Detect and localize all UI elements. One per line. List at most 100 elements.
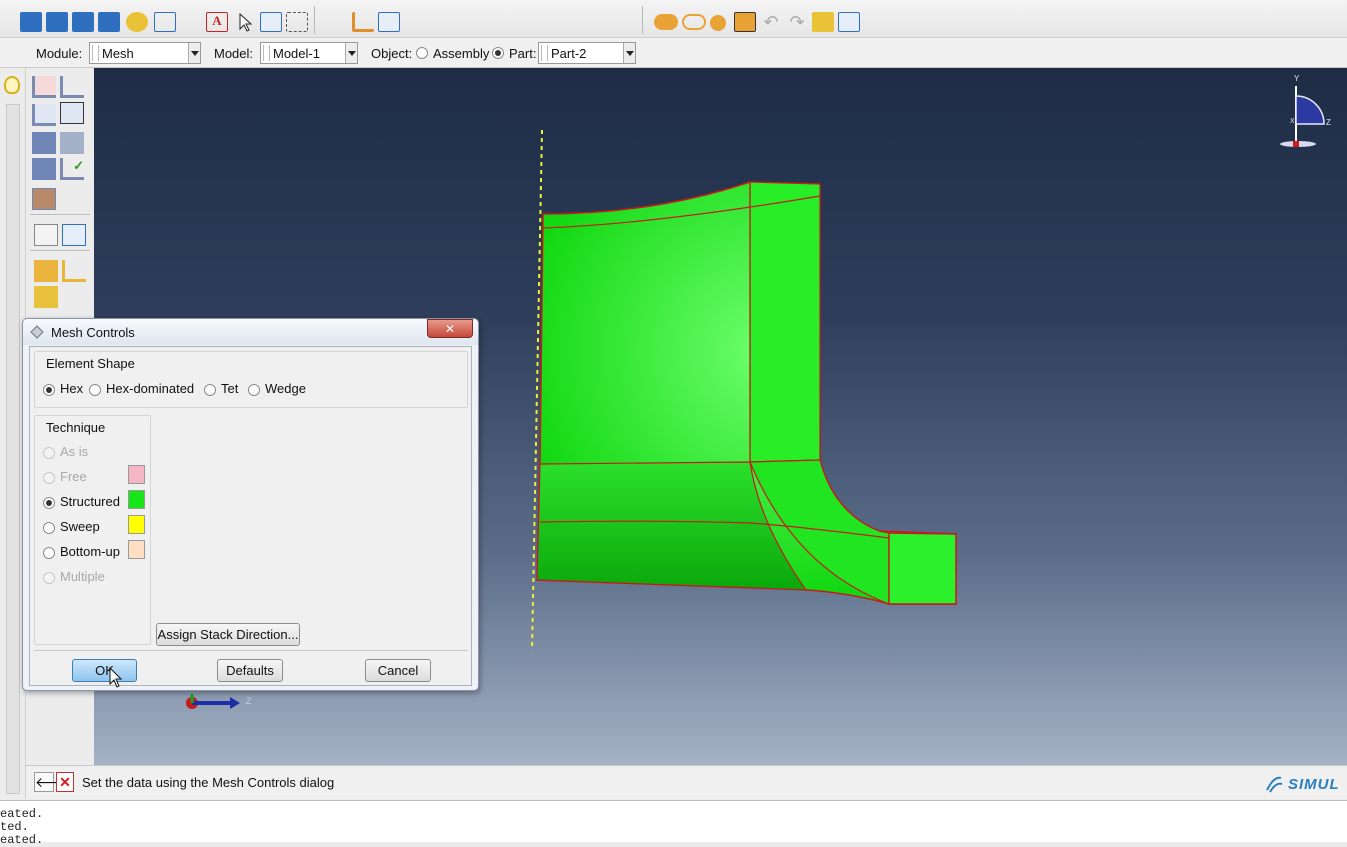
redo-icon[interactable]: ↷ xyxy=(786,12,808,32)
free-color-swatch xyxy=(128,465,145,484)
list-icon[interactable] xyxy=(286,12,308,32)
bottom-up-label[interactable]: Bottom-up xyxy=(60,544,120,559)
table-view-icon[interactable] xyxy=(838,12,860,32)
defaults-button[interactable]: Defaults xyxy=(217,659,283,682)
mesh-controls-icon[interactable] xyxy=(60,102,84,124)
seed-part-icon[interactable] xyxy=(32,76,56,98)
csys-icon[interactable] xyxy=(352,12,374,32)
table-icon[interactable] xyxy=(378,12,400,32)
brand-logo: SIMUL xyxy=(1264,770,1347,796)
close-button[interactable]: ✕ xyxy=(427,319,473,338)
select-cursor-icon[interactable] xyxy=(234,12,256,32)
partition-icon[interactable] xyxy=(60,132,84,154)
triad-z-label: Z xyxy=(1326,118,1331,127)
triad-graphic xyxy=(1280,86,1325,147)
message-area: eated. ted. eated. xyxy=(0,800,1347,846)
wedge-label[interactable]: Wedge xyxy=(265,381,306,396)
assembly-radio[interactable] xyxy=(416,47,428,59)
module-select[interactable]: Mesh xyxy=(89,42,201,64)
cancel-button[interactable]: Cancel xyxy=(365,659,431,682)
boolean-outline-icon[interactable] xyxy=(682,14,706,30)
sweep-label[interactable]: Sweep xyxy=(60,519,100,534)
adaptivity-icon[interactable] xyxy=(62,260,86,282)
copy-mesh-icon[interactable] xyxy=(34,224,58,246)
instance-icon[interactable] xyxy=(812,12,834,32)
hex-dominated-label[interactable]: Hex-dominated xyxy=(106,381,194,396)
ok-button[interactable]: OK xyxy=(72,659,137,682)
brand-text: SIMUL xyxy=(1288,776,1340,793)
prompt-area: 🡐 ✕ Set the data using the Mesh Controls… xyxy=(26,765,1347,799)
boolean-icon[interactable] xyxy=(654,14,678,30)
virtual-topology-icon[interactable] xyxy=(32,188,56,210)
dialog-titlebar[interactable]: Mesh Controls ✕ xyxy=(23,319,478,345)
model-label: Model: xyxy=(214,46,254,61)
seed-edge-icon[interactable] xyxy=(60,76,84,98)
dialog-title: Mesh Controls xyxy=(51,325,135,340)
hex-dominated-radio[interactable] xyxy=(89,384,101,396)
sweep-color-swatch xyxy=(128,515,145,534)
message-line: eated. xyxy=(0,807,44,821)
scrollbar[interactable] xyxy=(6,104,20,794)
mesh-edit-pencil-icon[interactable] xyxy=(34,286,58,308)
structured-radio[interactable] xyxy=(43,497,55,509)
cancel-procedure-button[interactable]: ✕ xyxy=(56,772,74,792)
sweep-radio[interactable] xyxy=(43,522,55,534)
render-style-icon[interactable] xyxy=(126,12,148,32)
query-table-icon[interactable] xyxy=(260,12,282,32)
part-select[interactable]: Part-2 xyxy=(538,42,636,64)
part-column-face xyxy=(749,181,821,463)
module-value: Mesh xyxy=(102,46,134,61)
triad-y-label: Y xyxy=(1294,74,1300,83)
model-select[interactable]: Model-1 xyxy=(260,42,358,64)
structured-label[interactable]: Structured xyxy=(60,494,120,509)
as-is-radio xyxy=(43,447,55,459)
assign-stack-direction-button[interactable]: Assign Stack Direction... xyxy=(156,623,300,646)
structured-color-swatch xyxy=(128,490,145,509)
chevron-down-icon[interactable] xyxy=(345,43,357,63)
check-mesh-icon[interactable]: ✓ xyxy=(60,158,84,180)
mesh-table-icon[interactable] xyxy=(62,224,86,246)
mesh-part-icon[interactable] xyxy=(32,104,56,126)
chevron-down-icon[interactable] xyxy=(623,43,635,63)
technique-options-panel xyxy=(154,415,468,645)
wedge-radio[interactable] xyxy=(248,384,260,396)
arrow-tool-icon[interactable] xyxy=(180,12,202,32)
tet-label[interactable]: Tet xyxy=(221,381,238,396)
sphere-icon[interactable] xyxy=(710,15,726,31)
hex-radio[interactable] xyxy=(43,384,55,396)
assembly-label: Assembly xyxy=(433,46,490,61)
technique-group: Technique As is Free Structured Sweep Bo… xyxy=(34,415,151,645)
dialog-body: Element Shape Hex Hex-dominated Tet Wedg… xyxy=(29,346,472,688)
mesh-toolbox: ✓ xyxy=(26,68,94,318)
part-radio[interactable] xyxy=(492,47,504,59)
lightbulb-icon[interactable] xyxy=(4,76,20,94)
local-triad-z-label: Z xyxy=(246,696,252,706)
verify-mesh-icon[interactable] xyxy=(32,158,56,180)
chevron-down-icon[interactable] xyxy=(188,43,200,63)
tet-radio[interactable] xyxy=(204,384,216,396)
pick-tool-icon[interactable] xyxy=(734,12,756,32)
text-tool-icon[interactable]: A xyxy=(206,12,228,32)
element-type-icon[interactable] xyxy=(32,132,56,154)
module-label: Module: xyxy=(36,46,83,61)
view-tool-icon[interactable] xyxy=(20,12,42,32)
mouse-cursor-icon xyxy=(109,667,123,688)
hex-label[interactable]: Hex xyxy=(60,381,83,396)
back-arrow-button[interactable]: 🡐 xyxy=(34,772,73,792)
triad-x-label: X xyxy=(1290,118,1295,125)
local-triad xyxy=(186,694,240,709)
context-bar: Module: Mesh Model: Model-1 Object: Asse… xyxy=(0,38,1347,68)
view-front-icon[interactable] xyxy=(46,12,68,32)
annotation-icon[interactable] xyxy=(154,12,176,32)
prompt-text: Set the data using the Mesh Controls dia… xyxy=(82,775,335,790)
message-line: ted. xyxy=(0,820,29,834)
close-icon: ✕ xyxy=(444,322,456,336)
edit-mesh-icon[interactable] xyxy=(34,260,58,282)
bottom-up-radio[interactable] xyxy=(43,547,55,559)
as-is-label: As is xyxy=(60,444,89,459)
element-shape-label: Element Shape xyxy=(46,356,135,371)
view-side-icon[interactable] xyxy=(72,12,94,32)
undo-icon[interactable]: ↶ xyxy=(760,12,782,32)
dialog-app-icon xyxy=(30,325,44,339)
view-iso-icon[interactable] xyxy=(98,12,120,32)
